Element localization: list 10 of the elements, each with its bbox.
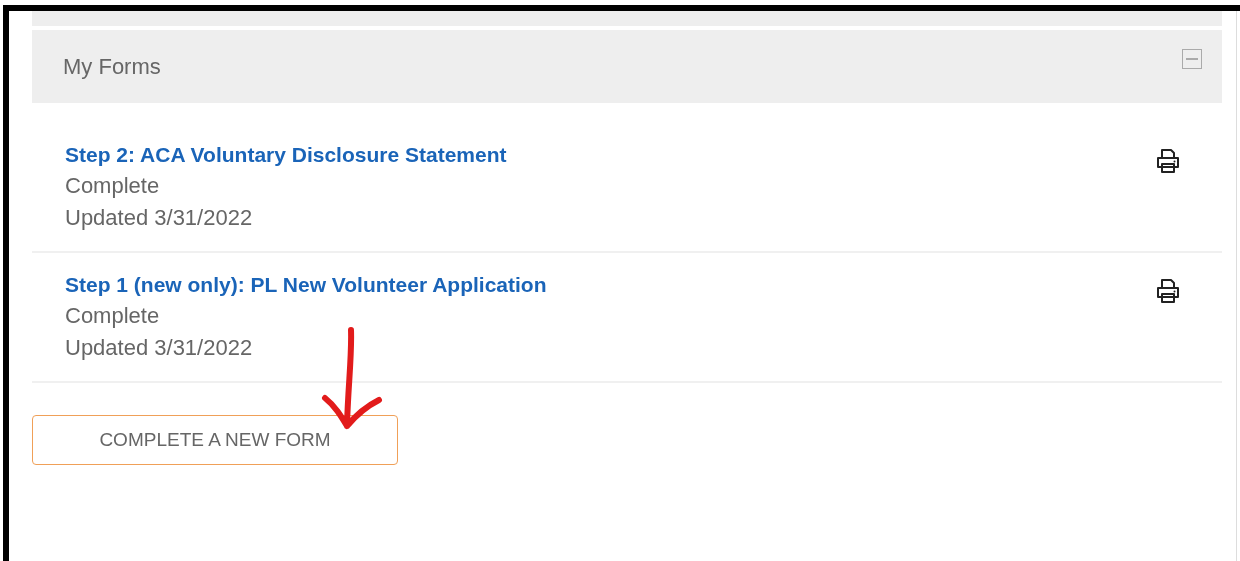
form-updated-date: Updated 3/31/2022 — [65, 205, 254, 231]
form-link[interactable]: Step 2: ACA Voluntary Disclosure Statement — [65, 143, 507, 167]
form-link[interactable]: Step 1 (new only): PL New Volunteer Application — [65, 273, 547, 297]
form-status: Complete — [65, 173, 161, 199]
printer-icon[interactable] — [1154, 147, 1182, 175]
panel-title: My Forms — [63, 53, 161, 80]
printer-icon[interactable] — [1154, 277, 1182, 305]
form-status: Complete — [65, 303, 161, 329]
form-updated-date: Updated 3/31/2022 — [65, 335, 254, 361]
complete-new-form-button[interactable]: COMPLETE A NEW FORM — [32, 415, 398, 465]
